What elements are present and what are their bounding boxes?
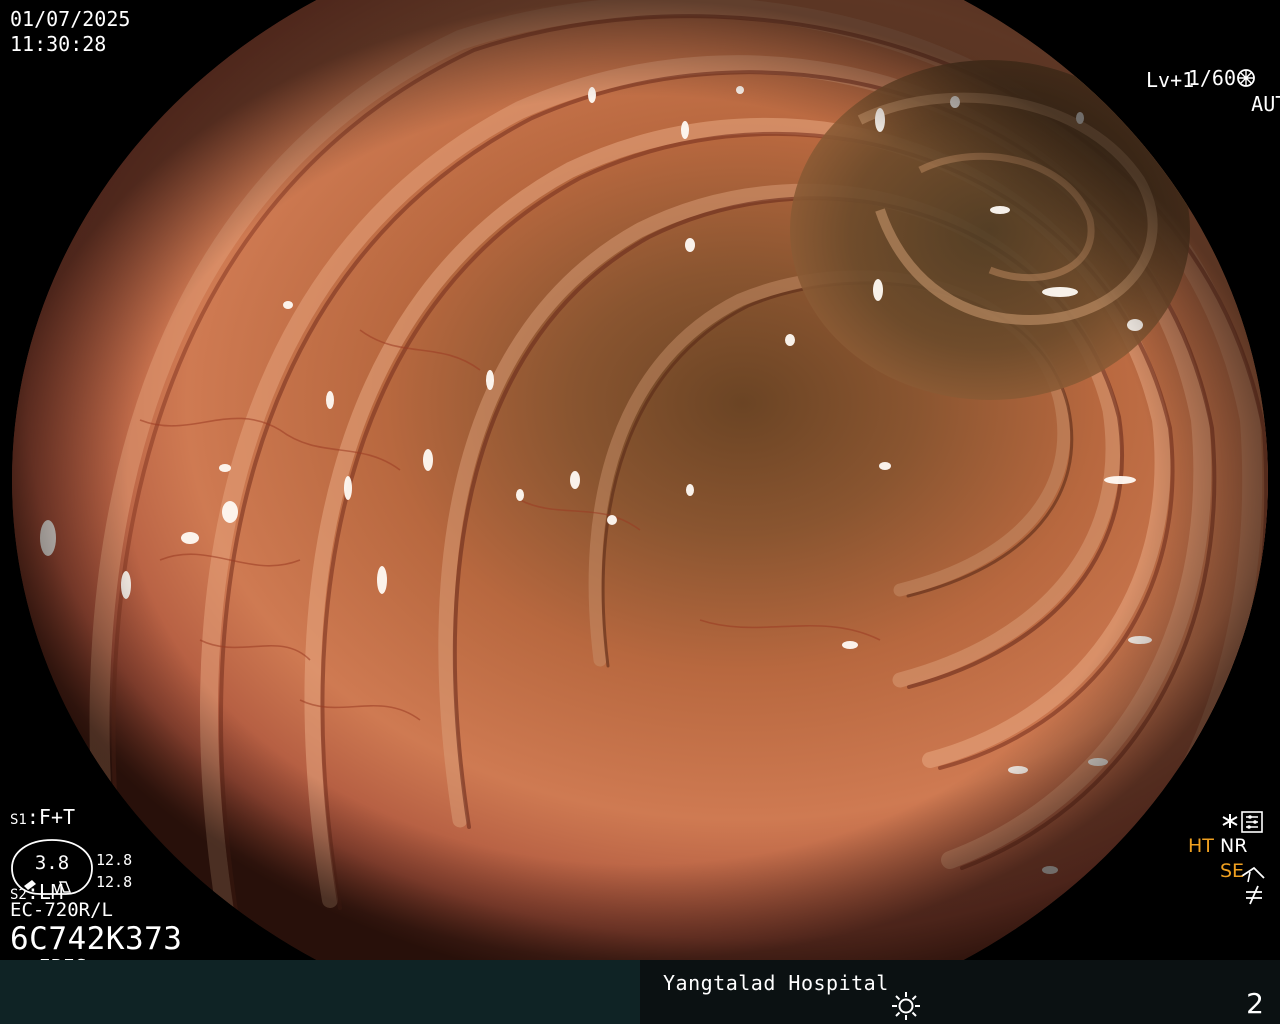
setting-row-s1: S1:F+T [10, 805, 76, 829]
gauge-reading-a: 12.8 [96, 851, 133, 869]
light-source-icon [892, 992, 920, 1020]
scope-model: EC-720R/L [10, 899, 113, 921]
colon-mucosa-image [0, 0, 1280, 960]
scope-serial: 6C742K373 [10, 921, 183, 957]
endoscopic-image [0, 0, 1280, 960]
level-readout: Lv+1 [1146, 68, 1195, 92]
endoscopy-screen: 01/07/2025 11:30:28 1/60 Lv+1 AUTO S1:F+… [0, 0, 1280, 1024]
not-equal-icon [1246, 885, 1262, 905]
ht-indicator: HT [1188, 835, 1214, 857]
structure-enhance-icon [1241, 866, 1265, 883]
setting-key: S1 [10, 812, 27, 828]
auto-value: AUTO [1251, 92, 1280, 116]
se-indicator: SE [1220, 860, 1245, 882]
gauge-reading-b: 12.8 [96, 873, 133, 891]
setting-value: F+T [38, 805, 76, 829]
scope-gauge: 3.8 [10, 836, 94, 898]
nr-indicator: NR [1220, 835, 1248, 857]
hospital-name: Yangtalad Hospital [663, 971, 889, 995]
enhance-settings-icon [1241, 811, 1263, 833]
date-readout: 01/07/2025 [10, 7, 131, 31]
auto-readout: AUTO [1203, 68, 1280, 140]
page-number: 2 [1246, 987, 1264, 1020]
gauge-value: 3.8 [34, 852, 70, 874]
bottom-bar [0, 960, 1280, 1024]
freeze-icon [1222, 814, 1238, 828]
time-readout: 11:30:28 [10, 32, 107, 56]
bottom-bar-left-panel [0, 960, 640, 1024]
